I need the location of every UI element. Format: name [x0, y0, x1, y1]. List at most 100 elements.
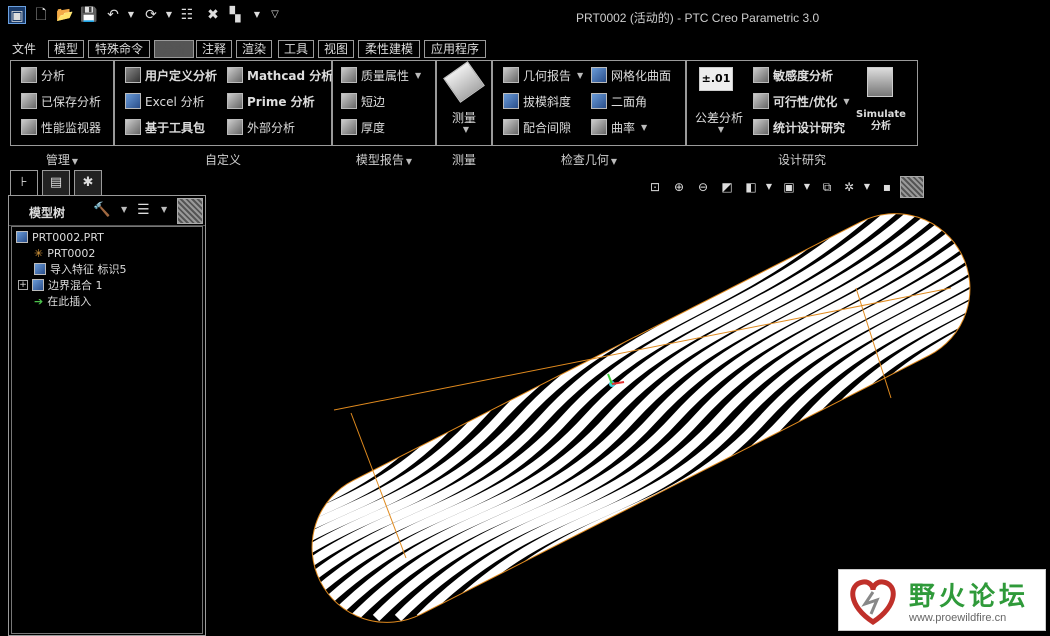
mass-properties-button[interactable]: 质量属性 ▼	[341, 65, 421, 85]
window-dropdown-icon[interactable]: ▼	[248, 6, 266, 24]
model-tree-title: 模型树	[29, 206, 66, 220]
folder-browser-tab-icon[interactable]: ▤	[42, 170, 70, 196]
tree-node-insert-here[interactable]: ➔ 在此插入	[34, 293, 91, 309]
prime-analysis-button[interactable]: Prime 分析	[227, 91, 315, 111]
ribbon-tabs: 文件 模型 特殊命令 分析 注释 渲染 工具 视图 柔性建模 应用程序	[0, 40, 1050, 60]
feasibility-optimization-button[interactable]: 可行性/优化 ▼	[753, 91, 850, 111]
display-style-icon[interactable]: ◧	[742, 178, 760, 196]
thickness-icon	[341, 119, 357, 135]
tab-applications[interactable]: 应用程序	[424, 40, 486, 58]
navigator-tabs: ⊦ ▤ ✱	[8, 170, 108, 196]
group-manage: 分析 已保存分析 性能监视器	[10, 60, 114, 146]
statistical-design-study-button[interactable]: 统计设计研究	[753, 117, 845, 137]
tree-settings-dropdown-icon[interactable]: ▼	[121, 205, 127, 214]
excel-analysis-button[interactable]: Excel 分析	[125, 91, 205, 111]
simulate-analysis-label[interactable]: Simulate 分析	[853, 109, 909, 133]
mathcad-icon	[227, 67, 243, 83]
tab-render[interactable]: 渲染	[236, 40, 272, 58]
zoom-out-icon[interactable]: ⊖	[694, 178, 712, 196]
geometry-report-button[interactable]: 几何报告 ▼	[503, 65, 583, 85]
datum-display-icon[interactable]: ✲	[840, 178, 858, 196]
analysis-button[interactable]: 分析	[21, 65, 65, 85]
close-window-icon[interactable]: ✖	[204, 6, 222, 24]
mathcad-analysis-button[interactable]: Mathcad 分析	[227, 65, 333, 85]
tolerance-analysis-label[interactable]: 公差分析	[689, 109, 749, 126]
save-icon[interactable]: 💾	[80, 6, 98, 24]
thickness-button[interactable]: 厚度	[341, 117, 385, 137]
saved-orientations-dropdown-icon[interactable]: ▼	[798, 178, 816, 196]
group-inspect-geometry: 几何报告 ▼ 网格化曲面 拔模斜度 二面角 配合间隙 曲率 ▼	[492, 60, 686, 146]
tree-filter-icon[interactable]	[177, 198, 203, 224]
window-switch-icon[interactable]: ▚	[226, 6, 244, 24]
curvature-button[interactable]: 曲率 ▼	[591, 117, 647, 137]
performance-monitor-button[interactable]: 性能监视器	[21, 117, 101, 137]
saved-analysis-button[interactable]: 已保存分析	[21, 91, 101, 111]
show-dropdown-icon[interactable]: ▼	[161, 205, 167, 214]
tab-tools[interactable]: 工具	[278, 40, 314, 58]
toolkit-based-button[interactable]: 基于工具包	[125, 117, 205, 137]
display-style-dropdown-icon[interactable]: ▼	[760, 178, 778, 196]
simulate-chip-icon[interactable]	[867, 67, 893, 97]
tolerance-analysis-icon[interactable]: ±.01	[699, 67, 733, 91]
tolerance-dropdown-icon[interactable]: ▼	[691, 125, 751, 134]
group-label-manage[interactable]: 管理 ▼	[10, 151, 114, 168]
measure-button-label[interactable]: 测量	[437, 109, 491, 126]
tree-node-csys[interactable]: ✳ PRT0002	[34, 245, 95, 261]
tab-special-commands[interactable]: 特殊命令	[88, 40, 150, 58]
tab-annotate[interactable]: 注释	[196, 40, 232, 58]
view-manager-icon[interactable]: ⧉	[818, 178, 836, 196]
watermark-url: www.proewildfire.cn	[909, 612, 1007, 624]
model-tree-tab-icon[interactable]: ⊦	[10, 170, 38, 196]
app-icon[interactable]: ▣	[8, 6, 26, 24]
model-tree-toolbar: 模型树 🔨 ▼ ☰ ▼	[9, 196, 205, 226]
mass-properties-icon	[341, 67, 357, 83]
zoom-in-icon[interactable]: ⊕	[670, 178, 688, 196]
draft-button[interactable]: 拔模斜度	[503, 91, 571, 111]
short-edge-button[interactable]: 短边	[341, 91, 385, 111]
model-tree: PRT0002.PRT ✳ PRT0002 导入特征 标识5 + 边界混合 1 ➔ 在…	[11, 226, 203, 634]
expand-toggle-icon[interactable]: +	[18, 280, 28, 290]
tab-view[interactable]: 视图	[318, 40, 354, 58]
refit-icon[interactable]: ⊡	[646, 178, 664, 196]
mesh-surface-button[interactable]: 网格化曲面	[591, 65, 671, 85]
tab-analysis[interactable]: 分析	[154, 40, 194, 58]
ribbon: 分析 已保存分析 性能监视器 管理 ▼ 用户定义分析 Mathcad 分析 Exc…	[8, 60, 922, 168]
tree-node-import-feature[interactable]: 导入特征 标识5	[34, 261, 127, 277]
curvature-icon	[591, 119, 607, 135]
excel-icon	[125, 93, 141, 109]
customize-toolbar-icon[interactable]: ▽	[266, 6, 284, 24]
tab-model[interactable]: 模型	[48, 40, 84, 58]
favorites-tab-icon[interactable]: ✱	[74, 170, 102, 196]
undo-dropdown-icon[interactable]: ▼	[122, 6, 140, 24]
group-label-inspect-geometry[interactable]: 检查几何 ▼	[492, 151, 686, 168]
tree-settings-hammer-icon[interactable]: 🔨	[93, 202, 110, 218]
new-file-icon[interactable]: 🗋	[32, 6, 50, 24]
group-design-study: ±.01 公差分析 ▼ 敏感度分析 可行性/优化 ▼ 统计设计研究 Simulat…	[686, 60, 918, 146]
tab-file[interactable]: 文件	[8, 40, 40, 58]
graphics-filter-icon[interactable]	[900, 176, 924, 198]
measure-ruler-icon[interactable]	[443, 61, 485, 103]
external-analysis-button[interactable]: 外部分析	[227, 117, 295, 137]
saved-orientations-icon[interactable]: ▣	[780, 178, 798, 196]
datum-display-dropdown-icon[interactable]: ▼	[858, 178, 876, 196]
user-defined-analysis-button[interactable]: 用户定义分析	[125, 65, 217, 85]
regenerate-dropdown-icon[interactable]: ▼	[160, 6, 178, 24]
measure-dropdown-icon[interactable]: ▼	[439, 125, 493, 134]
windows-icon[interactable]: ☷	[178, 6, 196, 24]
clearance-button[interactable]: 配合间隙	[503, 117, 571, 137]
open-folder-icon[interactable]: 📂	[56, 6, 74, 24]
tree-node-boundary-blend[interactable]: + 边界混合 1	[18, 277, 103, 293]
analysis-icon	[21, 67, 37, 83]
tab-flexible-modeling[interactable]: 柔性建模	[358, 40, 420, 58]
show-list-icon[interactable]: ☰	[137, 202, 150, 218]
group-label-measure: 测量	[451, 153, 476, 167]
tree-node-root[interactable]: PRT0002.PRT	[16, 229, 104, 245]
sensitivity-analysis-button[interactable]: 敏感度分析	[753, 65, 833, 85]
graphics-toolbar: ⊡ ⊕ ⊖ ◩ ◧ ▼ ▣ ▼ ⧉ ✲ ▼ ▪ ▼	[644, 176, 926, 198]
dihedral-angle-button[interactable]: 二面角	[591, 91, 647, 111]
regenerate-icon[interactable]: ⟳	[142, 6, 160, 24]
group-model-report: 质量属性 ▼ 短边 厚度	[332, 60, 436, 146]
undo-icon[interactable]: ↶	[104, 6, 122, 24]
group-label-model-report[interactable]: 模型报告 ▼	[332, 151, 436, 168]
repaint-icon[interactable]: ◩	[718, 178, 736, 196]
